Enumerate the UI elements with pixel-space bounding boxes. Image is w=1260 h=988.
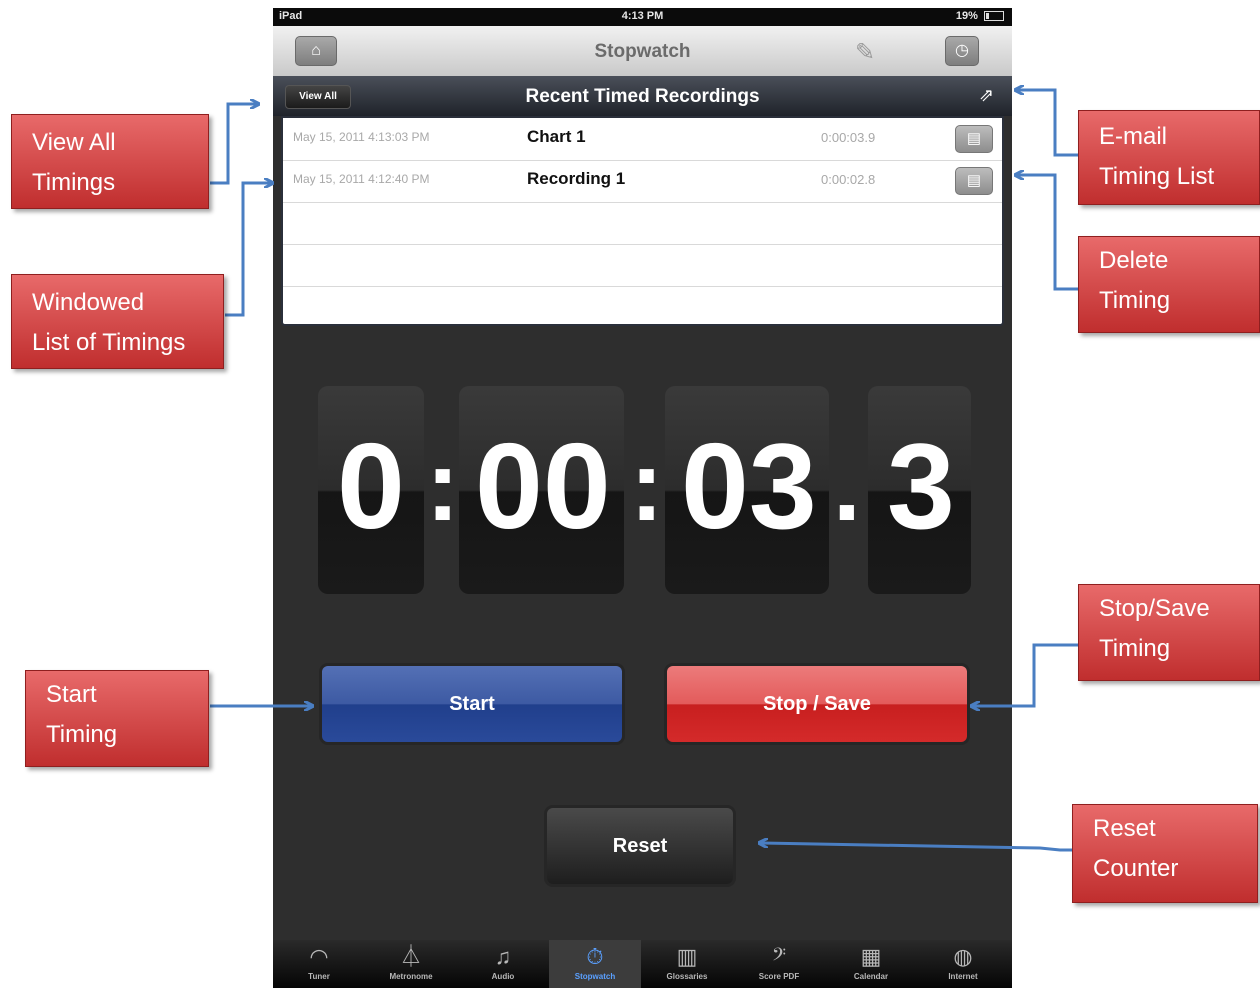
start-button[interactable]: Start (322, 666, 622, 742)
callout-line: Delete (1099, 247, 1169, 274)
delete-button[interactable]: ▤ (955, 125, 993, 153)
trash-icon: ▤ (966, 130, 982, 147)
recordings-header: View All Recent Timed Recordings ⇗ (273, 76, 1012, 116)
tab-glossaries[interactable]: ▥ Glossaries (641, 940, 733, 988)
callout-start: Start Timing (25, 670, 209, 767)
battery-percent: 19% (955, 10, 978, 22)
battery-icon (984, 11, 1004, 22)
timer-icon: ◷ (955, 42, 969, 59)
tab-label: Glossaries (666, 972, 708, 981)
list-item-empty (283, 202, 1002, 245)
recording-name: Recording 1 (527, 169, 626, 188)
callout-line: Timing (46, 721, 118, 748)
seconds-digits: 03 (681, 418, 817, 554)
status-bar: iPad 4:13 PM 19% (273, 8, 1012, 26)
minutes-digits: 00 (475, 418, 611, 554)
book-icon: ▥ (676, 944, 698, 969)
arrow-view-all (210, 104, 258, 185)
tab-label: Metronome (389, 972, 433, 981)
tab-score-pdf[interactable]: 𝄢 Score PDF (733, 940, 825, 988)
tab-bar: ◠ Tuner ⏃ Metronome ♫ Audio ⏱ Stopwatch … (273, 940, 1012, 988)
stop-save-button[interactable]: Stop / Save (667, 666, 967, 742)
callout-stop-save: Stop/Save Timing (1078, 584, 1260, 681)
tenths-digits: 3 (887, 418, 955, 554)
callout-reset: Reset Counter (1072, 804, 1258, 903)
callout-windowed-list: Windowed List of Timings (11, 274, 224, 369)
list-item-empty (283, 286, 1002, 328)
list-item[interactable]: May 15, 2011 4:13:03 PM Chart 1 0:00:03.… (283, 118, 1002, 161)
recordings-list[interactable]: May 15, 2011 4:13:03 PM Chart 1 0:00:03.… (281, 116, 1004, 326)
callout-line: View All (32, 129, 116, 156)
callout-line: Start (46, 681, 97, 708)
tab-label: Score PDF (758, 972, 800, 981)
separator: : (630, 430, 664, 542)
tab-stopwatch[interactable]: ⏱ Stopwatch (549, 940, 641, 988)
arrow-delete (1016, 175, 1078, 291)
nav-bar: ⌂ Stopwatch ✎ ◷ (273, 26, 1012, 77)
battery-indicator: 19% (956, 10, 1004, 22)
recording-date: May 15, 2011 4:12:40 PM (293, 172, 430, 186)
bass-clef-icon: 𝄢 (771, 944, 787, 969)
tab-audio[interactable]: ♫ Audio (457, 940, 549, 988)
recording-duration: 0:00:02.8 (821, 172, 876, 187)
tab-metronome[interactable]: ⏃ Metronome (365, 940, 457, 988)
recording-date: May 15, 2011 4:13:03 PM (293, 130, 430, 144)
hours-digits: 0 (337, 418, 405, 554)
callout-line: List of Timings (32, 329, 186, 356)
callout-line: Timing List (1099, 163, 1215, 190)
separator: : (426, 430, 460, 542)
pencil-icon[interactable]: ✎ (855, 38, 875, 67)
tab-label: Tuner (308, 972, 330, 981)
list-item[interactable]: May 15, 2011 4:12:40 PM Recording 1 0:00… (283, 160, 1002, 203)
separator: . (833, 430, 861, 542)
globe-icon: ◍ (953, 944, 973, 969)
callout-view-all: View All Timings (11, 114, 209, 209)
callout-line: Timing (1099, 287, 1171, 314)
recording-name: Chart 1 (527, 127, 586, 146)
tab-internet[interactable]: ◍ Internet (917, 940, 1009, 988)
tab-label: Stopwatch (574, 972, 616, 981)
list-item-empty (283, 244, 1002, 287)
timer-button[interactable]: ◷ (945, 36, 979, 66)
recordings-title: Recent Timed Recordings (525, 86, 760, 107)
tab-calendar[interactable]: ▦ Calendar (825, 940, 917, 988)
status-time: 4:13 PM (621, 10, 664, 22)
tab-label: Internet (948, 972, 978, 981)
reset-button[interactable]: Reset (547, 808, 733, 884)
callout-line: Windowed (32, 289, 145, 316)
callout-line: Counter (1093, 855, 1179, 882)
trash-icon: ▤ (966, 172, 982, 189)
tab-label: Calendar (853, 972, 889, 981)
delete-button[interactable]: ▤ (955, 167, 993, 195)
stopwatch-icon: ⏱ (586, 944, 604, 969)
tuner-icon: ◠ (309, 944, 329, 969)
callout-line: Stop/Save (1099, 595, 1210, 622)
callout-line: Reset (1093, 815, 1156, 842)
callout-delete: Delete Timing (1078, 236, 1260, 333)
share-icon[interactable]: ⇗ (979, 85, 994, 106)
callout-line: Timings (32, 169, 116, 196)
callout-email: E-mail Timing List (1078, 110, 1260, 205)
music-note-icon: ♫ (494, 944, 512, 969)
page-title: Stopwatch (594, 41, 691, 62)
tab-label: Audio (491, 972, 515, 981)
tab-tuner[interactable]: ◠ Tuner (273, 940, 365, 988)
arrow-email (1016, 90, 1078, 157)
recording-duration: 0:00:03.9 (821, 130, 876, 145)
callout-line: Timing (1099, 635, 1171, 662)
metronome-icon: ⏃ (399, 944, 422, 969)
timer-display: 0 : 00 : 03 . 3 (273, 386, 1012, 596)
arrow-windowed (225, 183, 272, 317)
callout-line: E-mail (1099, 123, 1168, 150)
ipad-screen: iPad 4:13 PM 19% ⌂ Stopwatch ✎ ◷ View Al… (273, 8, 1012, 988)
calendar-icon: ▦ (860, 944, 882, 969)
